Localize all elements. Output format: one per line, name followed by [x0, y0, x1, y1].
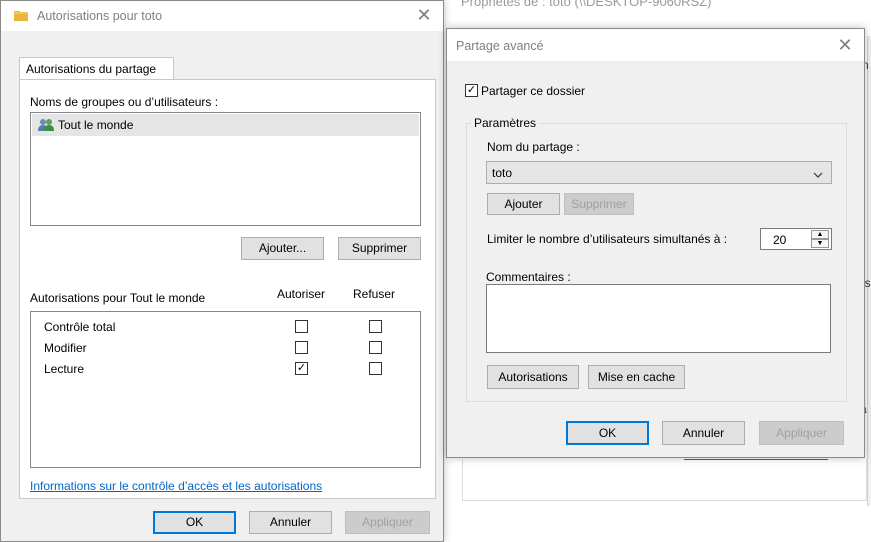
ok-button[interactable]: OK [153, 511, 236, 534]
permissions-for-label: Autorisations pour Tout le monde [30, 291, 206, 305]
permissions-dialog-title: Autorisations pour toto [37, 9, 163, 23]
stepper-down-icon[interactable]: ▼ [811, 239, 829, 248]
advanced-sharing-dialog: Partage avancé ✕ ✓ Partager ce dossier P… [446, 28, 865, 458]
background-window-title: Propriétés de : toto (\\DESKTOP-9060RSZ) [461, 0, 712, 9]
cancel-button[interactable]: Annuler [249, 511, 332, 534]
access-control-info-link[interactable]: Informations sur le contrôle d’accès et … [30, 479, 322, 493]
close-icon[interactable]: ✕ [834, 35, 856, 57]
groups-label: Noms de groupes ou d’utilisateurs : [30, 95, 219, 109]
deny-checkbox[interactable] [369, 320, 382, 333]
apply-button[interactable]: Appliquer [759, 421, 844, 445]
deny-checkbox[interactable] [369, 362, 382, 375]
list-item-label: Tout le monde [58, 118, 134, 132]
permissions-list: Contrôle total Modifier Lecture ✓ [30, 311, 421, 468]
caching-button[interactable]: Mise en cache [588, 365, 685, 389]
tab-label: Autorisations du partage [26, 62, 157, 76]
add-button[interactable]: Ajouter [487, 193, 560, 215]
comments-textarea[interactable] [486, 284, 831, 353]
apply-button[interactable]: Appliquer [345, 511, 430, 534]
ok-button[interactable]: OK [566, 421, 649, 445]
settings-label: Paramètres [471, 116, 540, 130]
cancel-button[interactable]: Annuler [662, 421, 745, 445]
close-icon[interactable]: ✕ [413, 5, 435, 27]
share-name-value: toto [492, 166, 513, 180]
column-header-allow: Autoriser [277, 287, 326, 301]
table-row: Lecture ✓ [31, 361, 420, 383]
background-window-edge [867, 36, 871, 506]
advanced-sharing-title: Partage avancé [456, 39, 544, 53]
user-limit-value: 20 [773, 233, 787, 247]
user-limit-stepper[interactable]: 20 ▲ ▼ [760, 228, 832, 250]
folder-icon [14, 10, 28, 21]
permission-name: Lecture [44, 362, 85, 376]
users-icon [38, 118, 55, 132]
share-folder-checkbox[interactable]: ✓ [465, 84, 478, 97]
chevron-down-icon [813, 168, 823, 178]
background-link-underline [684, 459, 828, 460]
permissions-button[interactable]: Autorisations [487, 365, 579, 389]
allow-checkbox[interactable]: ✓ [295, 362, 308, 375]
background-window-titlebar: Propriétés de : toto (\\DESKTOP-9060RSZ) [445, 0, 871, 20]
add-button[interactable]: Ajouter... [241, 237, 324, 260]
allow-checkbox[interactable] [295, 341, 308, 354]
permission-name: Modifier [44, 341, 87, 355]
background-panel [462, 459, 867, 501]
share-folder-label: Partager ce dossier [481, 84, 586, 98]
tab-share-permissions[interactable]: Autorisations du partage [19, 57, 174, 80]
table-row: Contrôle total [31, 317, 420, 339]
stepper-up-icon[interactable]: ▲ [811, 230, 829, 239]
table-row: Modifier [31, 339, 420, 361]
tab-page: Noms de groupes ou d’utilisateurs : Tout… [19, 79, 436, 499]
user-limit-label: Limiter le nombre d’utilisateurs simulta… [487, 232, 728, 246]
share-name-label: Nom du partage : [487, 140, 580, 154]
groups-list: Tout le monde [30, 112, 421, 226]
permission-name: Contrôle total [44, 320, 116, 334]
comments-label: Commentaires : [486, 270, 571, 284]
remove-button[interactable]: Supprimer [564, 193, 634, 215]
advanced-sharing-titlebar: Partage avancé ✕ [447, 29, 864, 61]
permissions-dialog: Autorisations pour toto ✕ Autorisations … [0, 0, 444, 542]
allow-checkbox[interactable] [295, 320, 308, 333]
remove-button[interactable]: Supprimer [338, 237, 421, 260]
column-header-deny: Refuser [353, 287, 396, 301]
deny-checkbox[interactable] [369, 341, 382, 354]
share-name-select[interactable]: toto [486, 161, 832, 184]
permissions-dialog-titlebar: Autorisations pour toto ✕ [1, 1, 443, 31]
list-item[interactable]: Tout le monde [32, 114, 419, 136]
